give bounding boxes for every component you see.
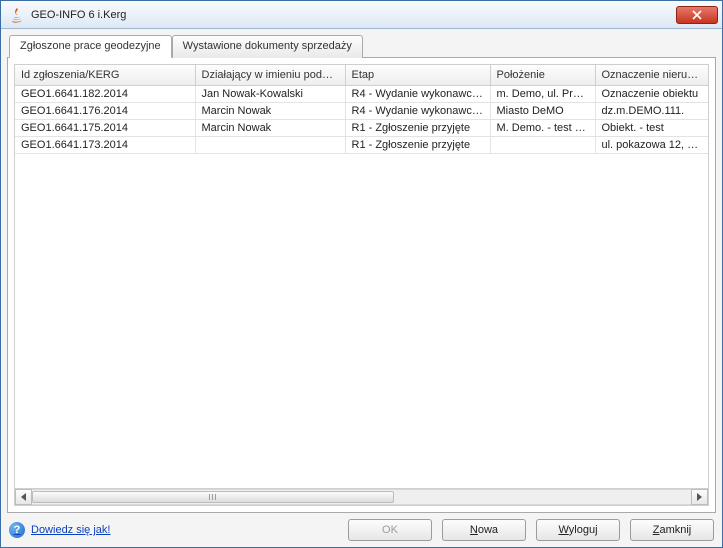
tab-panel: Id zgłoszenia/KERG Działający w imieniu … (7, 57, 716, 513)
scroll-track[interactable] (32, 489, 691, 505)
mnemonic: N (470, 524, 478, 536)
chevron-right-icon (697, 493, 702, 501)
cell-agent: Marcin Nowak (195, 103, 345, 120)
cell-stage: R1 - Zgłoszenie przyjęte (345, 120, 490, 137)
close-button[interactable] (676, 6, 718, 24)
cell-agent: Jan Nowak-Kowalski (195, 86, 345, 103)
submissions-table: Id zgłoszenia/KERG Działający w imieniu … (15, 65, 708, 154)
horizontal-scrollbar[interactable] (15, 488, 708, 505)
mnemonic: W (558, 524, 568, 536)
client-area: Zgłoszone prace geodezyjne Wystawione do… (1, 29, 722, 547)
table-empty-area (15, 154, 708, 488)
table-row[interactable]: GEO1.6641.173.2014 R1 - Zgłoszenie przyj… (15, 137, 708, 154)
cell-stage: R4 - Wydanie wykonawcy w... (345, 86, 490, 103)
scroll-grip-icon (209, 494, 217, 500)
button-bar: ? Dowiedz się jak! OK Nowa Wyloguj Zamkn… (7, 513, 716, 541)
tab-zgloszone-prace[interactable]: Zgłoszone prace geodezyjne (9, 35, 172, 58)
help-link-label: Dowiedz się jak! (31, 524, 110, 536)
cell-location: Miasto DeMO (490, 103, 595, 120)
cell-property: ul. pokazowa 12, 34-567 DE. (595, 137, 708, 154)
col-id[interactable]: Id zgłoszenia/KERG (15, 65, 195, 86)
cell-agent: Marcin Nowak (195, 120, 345, 137)
scroll-right-button[interactable] (691, 489, 708, 505)
table-row[interactable]: GEO1.6641.182.2014 Jan Nowak-Kowalski R4… (15, 86, 708, 103)
tabs-row: Zgłoszone prace geodezyjne Wystawione do… (7, 35, 716, 58)
cell-property: Oznaczenie obiektu (595, 86, 708, 103)
table-header-row: Id zgłoszenia/KERG Działający w imieniu … (15, 65, 708, 86)
col-polozenie[interactable]: Położenie (490, 65, 595, 86)
col-oznaczenie[interactable]: Oznaczenie nieruchomości (595, 65, 708, 86)
cell-id: GEO1.6641.175.2014 (15, 120, 195, 137)
cell-stage: R4 - Wydanie wykonawcy w... (345, 103, 490, 120)
cell-location (490, 137, 595, 154)
cell-location: m. Demo, ul. Przy... (490, 86, 595, 103)
cell-property: Obiekt. - test (595, 120, 708, 137)
java-app-icon (9, 7, 25, 23)
chevron-left-icon (21, 493, 26, 501)
cell-property: dz.m.DEMO.111. (595, 103, 708, 120)
btn-rest: amknij (659, 524, 691, 536)
cell-id: GEO1.6641.173.2014 (15, 137, 195, 154)
col-etap[interactable]: Etap (345, 65, 490, 86)
ok-button: OK (348, 519, 432, 541)
window-title: GEO-INFO 6 i.Kerg (31, 9, 676, 21)
cell-stage: R1 - Zgłoszenie przyjęte (345, 137, 490, 154)
tab-dokumenty-sprzedazy[interactable]: Wystawione dokumenty sprzedaży (172, 35, 363, 58)
col-agent[interactable]: Działający w imieniu podmi... (195, 65, 345, 86)
table-row[interactable]: GEO1.6641.175.2014 Marcin Nowak R1 - Zgł… (15, 120, 708, 137)
close-icon (692, 10, 702, 20)
help-icon: ? (9, 522, 25, 538)
zamknij-button[interactable]: Zamknij (630, 519, 714, 541)
help-link[interactable]: ? Dowiedz się jak! (9, 522, 110, 538)
table-container: Id zgłoszenia/KERG Działający w imieniu … (14, 64, 709, 506)
cell-location: M. Demo. - test c... (490, 120, 595, 137)
app-window: GEO-INFO 6 i.Kerg Zgłoszone prace geodez… (0, 0, 723, 548)
nowa-button[interactable]: Nowa (442, 519, 526, 541)
titlebar: GEO-INFO 6 i.Kerg (1, 1, 722, 29)
scroll-thumb[interactable] (32, 491, 394, 503)
cell-id: GEO1.6641.176.2014 (15, 103, 195, 120)
btn-rest: yloguj (569, 524, 598, 536)
table-row[interactable]: GEO1.6641.176.2014 Marcin Nowak R4 - Wyd… (15, 103, 708, 120)
cell-agent (195, 137, 345, 154)
btn-rest: owa (478, 524, 498, 536)
scroll-left-button[interactable] (15, 489, 32, 505)
wyloguj-button[interactable]: Wyloguj (536, 519, 620, 541)
cell-id: GEO1.6641.182.2014 (15, 86, 195, 103)
